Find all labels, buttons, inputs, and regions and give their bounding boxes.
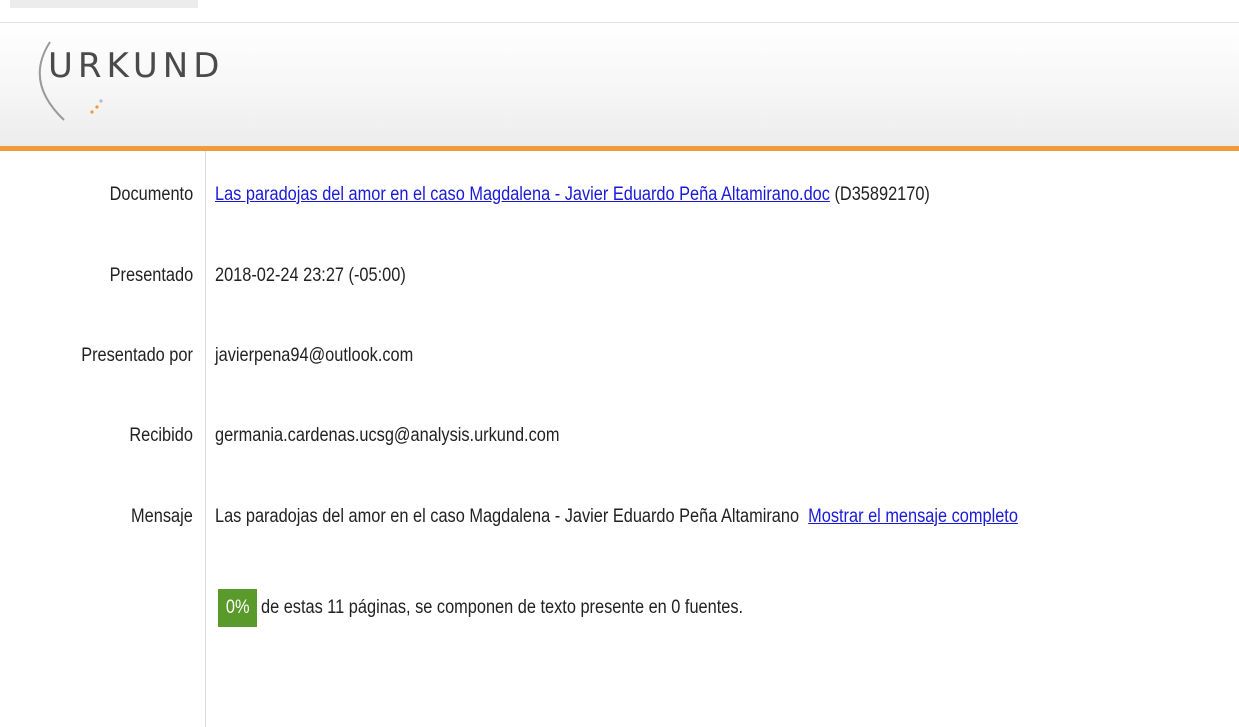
similarity-summary: 0% de estas 11 páginas, se componen de t… (218, 582, 822, 634)
submitted-by-row: Presentado por javierpena94@outlook.com (0, 338, 1239, 374)
message-value: Las paradojas del amor en el caso Magdal… (215, 506, 1149, 528)
received-label: Recibido (129, 425, 193, 446)
submitted-value: 2018-02-24 23:27 (-05:00) (215, 265, 406, 286)
show-full-message-link[interactable]: Mostrar el mensaje completo (808, 506, 1018, 527)
document-link[interactable]: Las paradojas del amor en el caso Magdal… (215, 184, 830, 205)
top-tab (10, 0, 198, 8)
submitted-row: Presentado 2018-02-24 23:27 (-05:00) (0, 258, 1239, 294)
received-value: germania.cardenas.ucsg@analysis.urkund.c… (215, 425, 560, 446)
message-row: Mensaje Las paradojas del amor en el cas… (0, 499, 1239, 535)
submitted-by-value: javierpena94@outlook.com (215, 345, 414, 366)
similarity-summary-text: de estas 11 páginas, se componen de text… (261, 597, 744, 618)
top-strip (0, 0, 1239, 8)
received-row: Recibido germania.cardenas.ucsg@analysis… (0, 418, 1239, 454)
document-label: Documento (109, 184, 193, 205)
document-row: Documento Las paradojas del amor en el c… (0, 177, 1239, 213)
header-accent-line (0, 146, 1239, 151)
urkund-logo: URKUND (26, 34, 236, 134)
submitted-label: Presentado (109, 265, 193, 286)
message-text: Las paradojas del amor en el caso Magdal… (215, 506, 800, 527)
similarity-percent-badge: 0% (218, 589, 258, 627)
submitted-by-label: Presentado por (81, 345, 193, 366)
message-label: Mensaje (131, 506, 193, 527)
document-id: (D35892170) (834, 184, 930, 205)
document-value: Las paradojas del amor en el caso Magdal… (215, 184, 1046, 206)
logo-text: URKUND (48, 46, 225, 86)
